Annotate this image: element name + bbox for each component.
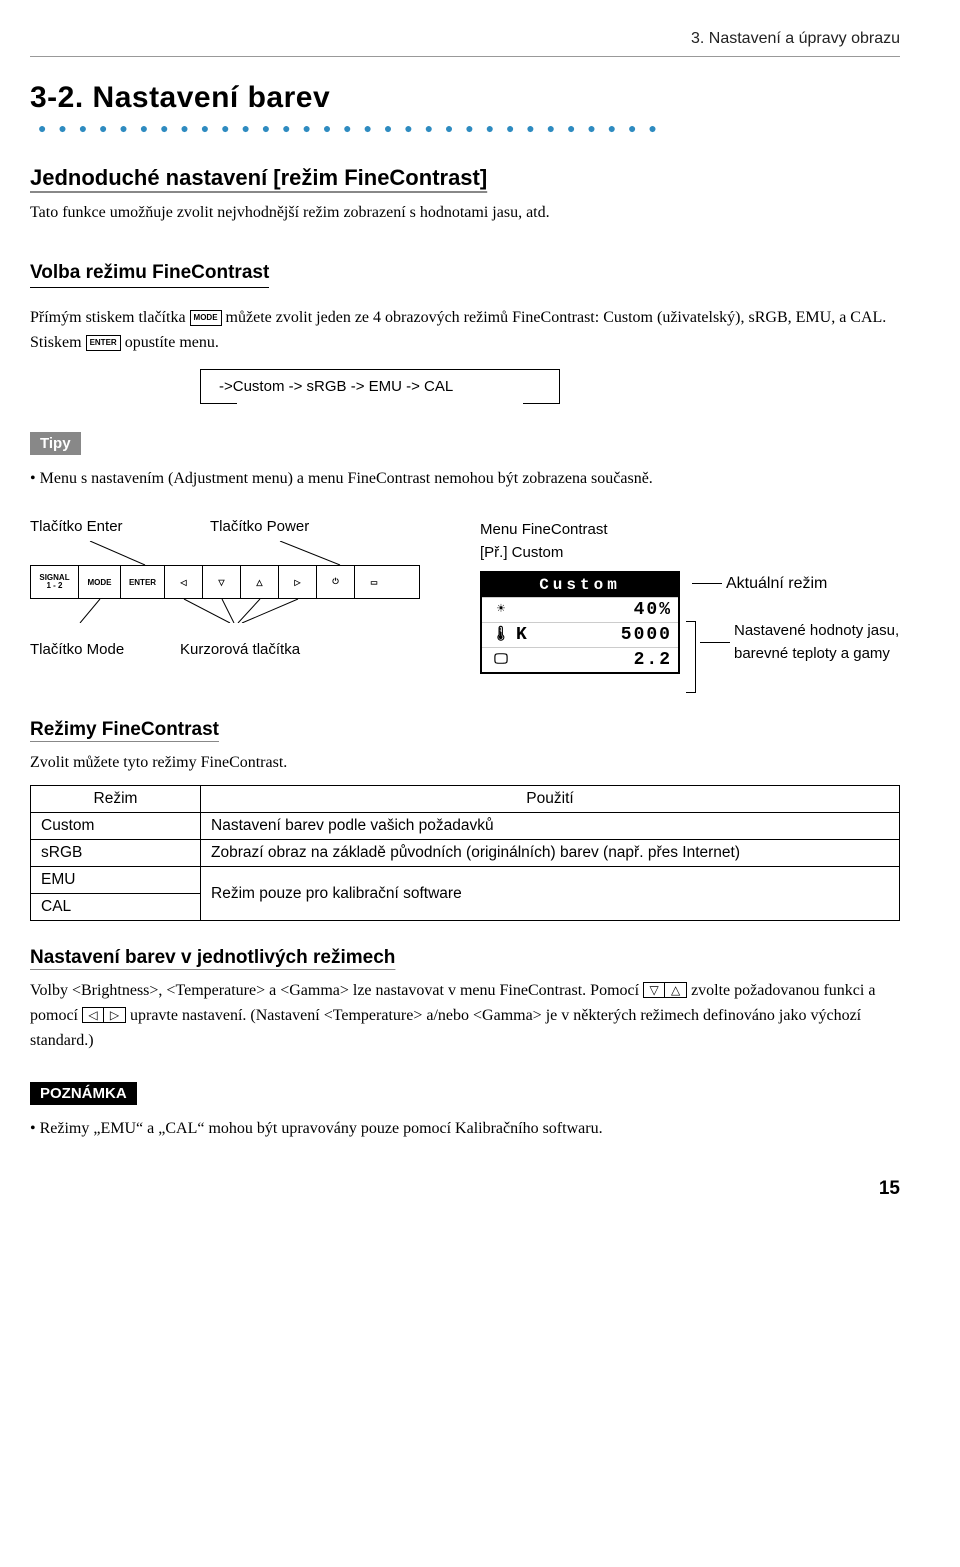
decorative-dots: ● ● ● ● ● ● ● ● ● ● ● ● ● ● ● ● ● ● ● ● … [38, 120, 658, 136]
note-badge: POZNÁMKA [30, 1082, 137, 1105]
page-number: 15 [30, 1178, 900, 1200]
chapter-breadcrumb: 3. Nastavení a úpravy obrazu [30, 30, 900, 57]
table-row: sRGB Zobrazí obraz na základě původních … [31, 840, 900, 867]
subheading-per-mode-adjust: Nastavení barev v jednotlivých režimech [30, 947, 900, 969]
osd-annotation-values-2: barevné teploty a gamy [734, 643, 899, 666]
osd-annotation-values-1: Nastavené hodnoty jasu, [734, 620, 899, 643]
modes-table: Režim Použití Custom Nastavení barev pod… [30, 785, 900, 921]
per-mode-adjust-paragraph: Volby <Brightness>, <Temperature> a <Gam… [30, 979, 900, 1053]
text: opustíte menu. [125, 334, 219, 351]
modes-th-mode: Režim [31, 786, 201, 813]
osd-gamma-value: 2.2 [516, 650, 672, 670]
left-arrow-key-icon: ◁ [82, 1007, 104, 1023]
button-diagram: Tlačítko Enter Tlačítko Power SIGNAL 1 -… [30, 518, 900, 693]
osd-panel: Custom ☀ 40% 🌡 K 5000 🖵 2.2 [480, 571, 680, 674]
tips-bullet: Menu s nastavením (Adjustment menu) a me… [30, 467, 900, 492]
temperature-icon: 🌡 [488, 626, 516, 643]
enter-key-icon: ENTER [86, 335, 121, 351]
enter-button-label: Tlačítko Enter [30, 518, 210, 535]
power-button: ⏻ [317, 566, 355, 598]
up-arrow-key-icon: △ [665, 982, 687, 998]
enter-button: ENTER [121, 566, 165, 598]
up-arrow-button: △ [241, 566, 279, 598]
left-arrow-button: ◁ [165, 566, 203, 598]
callout-lines-top [30, 541, 420, 565]
osd-row-gamma: 🖵 2.2 [482, 647, 678, 672]
osd-caption: Menu FineContrast [Př.] Custom [480, 518, 900, 565]
mode-button-label: Tlačítko Mode [30, 641, 180, 658]
mode-button: MODE [79, 566, 121, 598]
right-arrow-button: ▷ [279, 566, 317, 598]
brightness-icon: ☀ [488, 601, 516, 618]
subheading-simple-setup: Jednoduché nastavení [režim FineContrast… [30, 165, 900, 191]
osd-title: Custom [482, 573, 678, 597]
subheading-modes: Režimy FineContrast [30, 719, 900, 741]
mode-key-icon: MODE [190, 310, 222, 326]
annot-line-icon [700, 642, 730, 643]
callout-lines-bottom [30, 599, 420, 623]
table-row: Custom Nastavení barev podle vašich poža… [31, 813, 900, 840]
monitor-button-strip: SIGNAL 1 - 2 MODE ENTER ◁ ▽ △ ▷ ⏻ ▭ [30, 565, 420, 599]
intro-paragraph: Tato funkce umožňuje zvolit nejvhodnější… [30, 201, 900, 226]
osd-brightness-value: 40% [516, 600, 672, 620]
tips-badge: Tipy [30, 432, 81, 455]
power-button-label: Tlačítko Power [210, 518, 410, 535]
modes-th-use: Použití [201, 786, 900, 813]
bracket-icon [686, 621, 696, 693]
osd-row-brightness: ☀ 40% [482, 597, 678, 622]
osd-annotation-mode: Aktuální režim [726, 575, 827, 593]
osd-row-temperature: 🌡 K 5000 [482, 622, 678, 647]
power-led: ▭ [355, 566, 393, 598]
section-heading: 3-2. Nastavení barev [30, 81, 330, 115]
gamma-icon: 🖵 [488, 652, 516, 668]
modes-intro: Zvolit můžete tyto režimy FineContrast. [30, 751, 900, 776]
osd-temperature-value: 5000 [529, 625, 672, 645]
mode-select-paragraph: Přímým stiskem tlačítka MODE můžete zvol… [30, 306, 900, 356]
signal-button: SIGNAL 1 - 2 [31, 566, 79, 598]
cursor-buttons-label: Kurzorová tlačítka [180, 641, 380, 658]
down-arrow-button: ▽ [203, 566, 241, 598]
down-arrow-key-icon: ▽ [643, 982, 665, 998]
table-row: EMU Režim pouze pro kalibrační software [31, 867, 900, 894]
mode-cycle-box: ->Custom -> sRGB -> EMU -> CAL [200, 369, 560, 404]
note-bullet: Režimy „EMU“ a „CAL“ mohou být upravován… [30, 1117, 900, 1142]
text: Přímým stiskem tlačítka [30, 309, 190, 326]
subheading-mode-select: Volba režimu FineContrast [30, 262, 269, 288]
right-arrow-key-icon: ▷ [104, 1007, 126, 1023]
annot-line-icon [692, 583, 722, 584]
